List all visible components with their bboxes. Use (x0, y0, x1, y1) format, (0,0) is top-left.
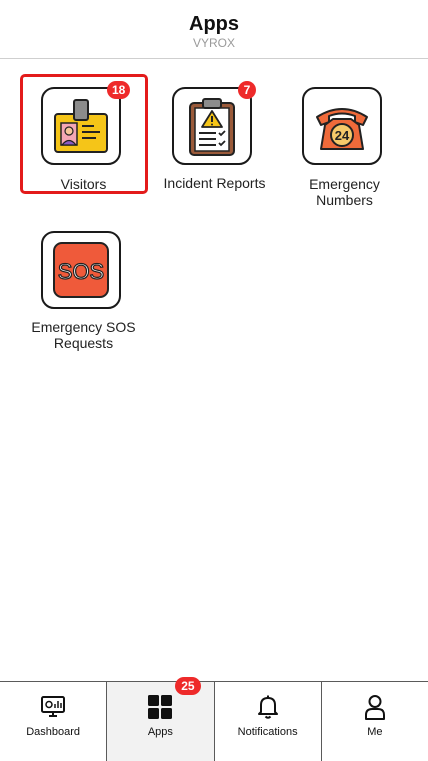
id-badge-icon (54, 99, 108, 153)
visitors-icon-box (41, 87, 121, 165)
svg-text:SOS: SOS (58, 259, 104, 284)
visitors-label: Visitors (60, 176, 107, 192)
app-tile-emergency-sos-requests[interactable]: SOS Emergency SOS Requests (18, 231, 149, 356)
bottom-nav: Dashboard 25 Apps Notifications Me (0, 677, 428, 761)
app-tile-visitors[interactable]: 18 Visitors (18, 81, 149, 197)
dashboard-icon (41, 696, 66, 717)
page-subtitle: VYROX (192, 36, 235, 50)
nav-apps[interactable]: 25 Apps (107, 677, 215, 761)
incident-reports-label: Incident Reports (163, 175, 266, 191)
nav-dashboard-label: Dashboard (26, 726, 81, 738)
nav-me[interactable]: Me (322, 682, 428, 761)
apps-grid-icon (148, 695, 173, 719)
emergency-sos-icon-box: SOS (41, 231, 121, 309)
emergency-numbers-label: Emergency Numbers (309, 176, 380, 208)
bell-icon (257, 695, 278, 719)
app-header: Apps VYROX (0, 0, 428, 59)
sos-icon: SOS (53, 242, 109, 298)
incident-reports-icon-box (172, 87, 252, 165)
phone-24-icon: 24 (316, 108, 368, 150)
visitors-badge: 18 (107, 81, 131, 99)
app-tile-emergency-numbers[interactable]: 24 Emergency Numbers (279, 87, 410, 208)
app-tile-incident-reports[interactable]: 7 Incident Reports (149, 81, 280, 197)
nav-apps-label: Apps (147, 726, 173, 738)
emergency-numbers-icon-box: 24 (302, 87, 382, 165)
nav-notifications-label: Notifications (237, 726, 298, 738)
user-icon (364, 695, 385, 720)
emergency-sos-label: Emergency SOS Requests (31, 319, 136, 351)
incident-reports-badge: 7 (238, 81, 256, 99)
nav-me-label: Me (367, 726, 383, 738)
nav-apps-badge: 25 (175, 677, 201, 695)
clipboard-warning-icon (189, 98, 235, 156)
nav-notifications[interactable]: Notifications (215, 682, 322, 761)
page-title: Apps (189, 13, 239, 35)
nav-dashboard[interactable]: Dashboard (0, 682, 108, 761)
svg-text:24: 24 (335, 128, 350, 143)
